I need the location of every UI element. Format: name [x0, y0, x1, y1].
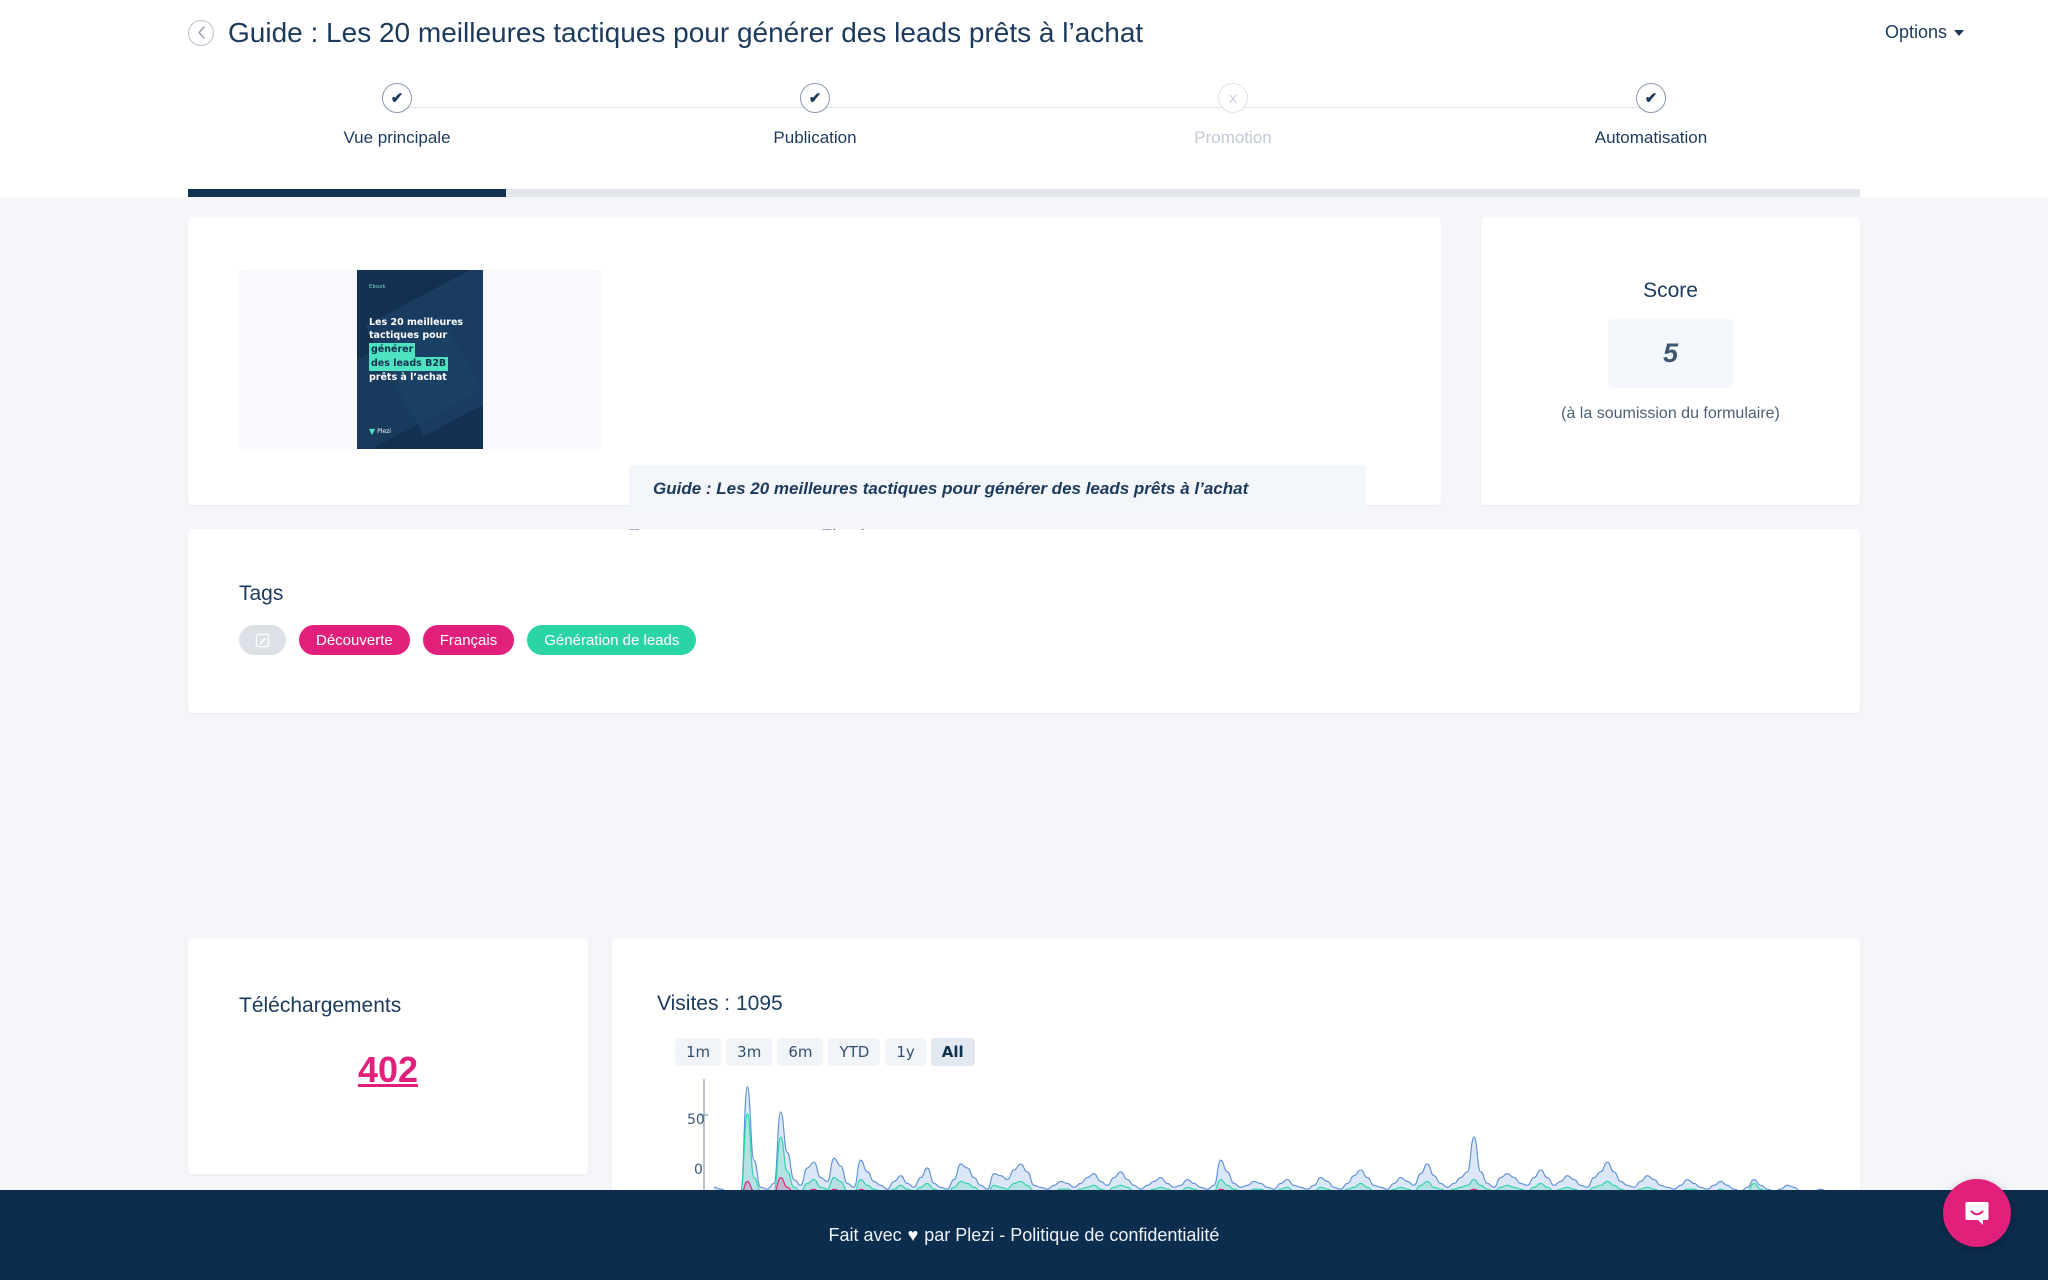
- step-promotion[interactable]: x Promotion: [815, 83, 1442, 173]
- heart-icon: ♥: [907, 1224, 919, 1245]
- cover-line-2: tactiques pour: [369, 330, 448, 342]
- cover-line-5: prêts à l’achat: [369, 371, 447, 383]
- step-label: Vue principale: [343, 128, 451, 147]
- step-label: Promotion: [1194, 128, 1272, 147]
- score-label: Score: [1643, 279, 1698, 302]
- stepper: ✔ Vue principale ✔ Publication x Promoti…: [188, 83, 1860, 173]
- step-status-icon: x: [1218, 83, 1248, 113]
- step-label: Publication: [773, 128, 857, 147]
- back-button[interactable]: [188, 19, 214, 46]
- content-title-chip: Guide : Les 20 meilleures tactiques pour…: [629, 465, 1366, 513]
- cover-headline: Les 20 meilleures tactiques pour générer…: [369, 316, 475, 385]
- step-status-icon: ✔: [800, 83, 830, 113]
- score-value: 5: [1607, 319, 1734, 388]
- step-automatisation[interactable]: ✔ Automatisation: [1233, 83, 1860, 173]
- options-menu-button[interactable]: Options: [1885, 22, 1964, 43]
- cover-line-1: Les 20 meilleures: [369, 316, 464, 328]
- step-label: Automatisation: [1594, 128, 1708, 147]
- downloads-card: Téléchargements 402: [188, 939, 588, 1174]
- range-button-1m[interactable]: 1m: [675, 1038, 722, 1066]
- tags-title: Tags: [239, 582, 284, 605]
- tag-chip[interactable]: Français: [422, 625, 515, 655]
- content-info-card: Ebook Les 20 meilleures tactiques pour g…: [188, 217, 1441, 505]
- range-button-6m[interactable]: 6m: [777, 1038, 824, 1066]
- page-title: Guide : Les 20 meilleures tactiques pour…: [228, 16, 1144, 48]
- chevron-down-icon: [1954, 29, 1964, 36]
- cover-logo-label: Plezi: [377, 427, 391, 435]
- cover-logo: ▼ Plezi: [369, 427, 391, 436]
- progress-bar-fill: [188, 189, 506, 197]
- step-connector: [815, 107, 1233, 108]
- score-note: (à la soumission du formulaire): [1561, 405, 1780, 422]
- range-selector: 1m 3m 6m YTD 1y All: [675, 1038, 975, 1066]
- downloads-value[interactable]: 402: [188, 1049, 588, 1091]
- cover-line-4: des leads B2B: [369, 356, 449, 371]
- plezi-mark-icon: ▼: [369, 426, 376, 436]
- step-connector: [1233, 107, 1651, 108]
- options-label: Options: [1884, 22, 1947, 42]
- step-status-icon: ✔: [1636, 83, 1666, 113]
- chevron-left-icon: [197, 26, 205, 39]
- range-button-ytd[interactable]: YTD: [828, 1038, 881, 1066]
- cover-kicker: Ebook: [369, 283, 386, 290]
- score-card: Score 5 (à la soumission du formulaire): [1481, 217, 1860, 505]
- footer-text-after[interactable]: par Plezi - Politique de confidentialité: [924, 1225, 1219, 1246]
- chat-launcher-button[interactable]: [1943, 1179, 2011, 1247]
- step-connector: [397, 107, 815, 108]
- footer-text-before: Fait avec: [828, 1224, 902, 1245]
- tags-list: Découverte Français Génération de leads: [239, 625, 697, 655]
- chat-bubble-icon: [1965, 1202, 1989, 1225]
- pencil-square-icon: [255, 633, 270, 647]
- ebook-cover-image: Ebook Les 20 meilleures tactiques pour g…: [357, 269, 483, 449]
- edit-tags-button[interactable]: [239, 625, 286, 655]
- summary-row: Ebook Les 20 meilleures tactiques pour g…: [188, 217, 1860, 505]
- range-button-all[interactable]: All: [930, 1038, 975, 1066]
- range-button-3m[interactable]: 3m: [726, 1038, 773, 1066]
- app-page: Guide : Les 20 meilleures tactiques pour…: [0, 0, 2048, 1280]
- range-button-1y[interactable]: 1y: [885, 1038, 926, 1066]
- step-status-icon: ✔: [382, 83, 412, 113]
- tag-chip[interactable]: Découverte: [299, 625, 410, 655]
- y-axis-tick-0: 0: [694, 1162, 703, 1178]
- downloads-label: Téléchargements: [239, 994, 402, 1017]
- tag-chip[interactable]: Génération de leads: [527, 625, 697, 655]
- top-bar: Guide : Les 20 meilleures tactiques pour…: [0, 0, 2048, 65]
- progress-bar-track: [188, 189, 1860, 197]
- step-publication[interactable]: ✔ Publication: [397, 83, 1024, 173]
- thumbnail-frame: Ebook Les 20 meilleures tactiques pour g…: [239, 269, 601, 449]
- y-axis-tick-50: 50: [687, 1112, 705, 1128]
- chart-title: Visites : 1095: [657, 992, 783, 1015]
- step-vue-principale[interactable]: ✔ Vue principale: [188, 83, 606, 173]
- tags-card: Tags Découverte Français Génération de l…: [188, 530, 1860, 713]
- page-footer: Fait avec ♥ par Plezi - Politique de con…: [0, 1190, 2048, 1280]
- cover-line-3: générer: [369, 343, 416, 357]
- stepper-section: ✔ Vue principale ✔ Publication x Promoti…: [0, 65, 2048, 197]
